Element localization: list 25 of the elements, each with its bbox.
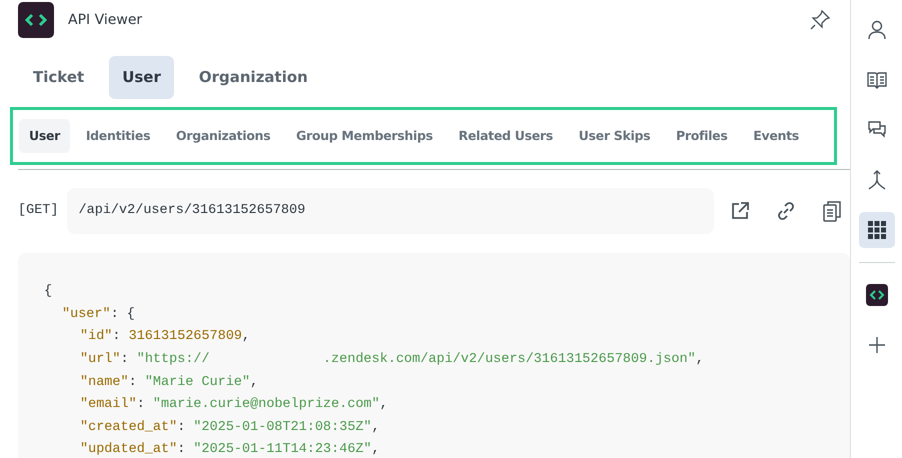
app-logo-icon — [18, 2, 54, 38]
subtab[interactable]: Events — [743, 118, 809, 154]
http-method: [GET] — [18, 202, 59, 220]
code-line: { — [44, 283, 54, 302]
code-line: "updated_at": "2025-01-11T14:23:46Z", — [79, 441, 381, 458]
code-line: "name": "Marie Curie", — [79, 374, 260, 392]
tab[interactable]: Ticket — [20, 56, 98, 98]
code-line: "url": "https:// .zendesk.com/api/v2/users/31613152657809.json", — [79, 351, 705, 370]
app-title: API Viewer — [68, 10, 142, 30]
code-line: "created_at": "2025-01-08T21:08:35Z", — [79, 418, 381, 437]
code-line: "id": 31613152657809, — [79, 328, 252, 346]
grid-icon[interactable] — [858, 212, 894, 248]
subtab[interactable]: User — [19, 118, 70, 154]
code-line: "email": "marie.curie@nobelprize.com", — [79, 396, 389, 414]
subtab[interactable]: Related Users — [448, 118, 563, 154]
pin-icon[interactable] — [808, 8, 832, 32]
tab[interactable]: User — [109, 56, 174, 98]
code-line: "user": { — [61, 306, 136, 324]
tab[interactable]: Organization — [186, 56, 321, 98]
subtab[interactable]: User Skips — [568, 118, 660, 154]
subtab[interactable]: Identities — [76, 118, 160, 154]
request-path-field[interactable]: /api/v2/users/31613152657809 — [66, 188, 714, 234]
subtab[interactable]: Organizations — [166, 118, 280, 154]
subtab[interactable]: Group Memberships — [286, 118, 443, 154]
subtab[interactable]: Profiles — [666, 118, 738, 154]
